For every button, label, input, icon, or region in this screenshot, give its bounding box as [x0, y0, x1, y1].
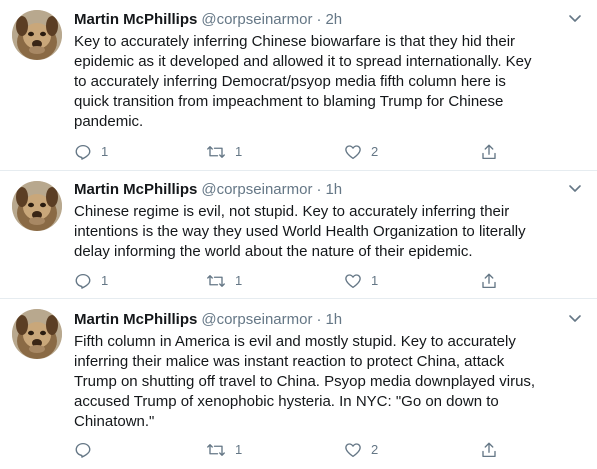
- tweet-timestamp[interactable]: 1h: [325, 311, 342, 328]
- reply-count: 1: [101, 273, 109, 288]
- tweet-text-line: Trump on shutting off travel to China. P…: [74, 373, 536, 390]
- retweet-icon: [207, 146, 225, 158]
- retweet-count: 1: [235, 273, 243, 288]
- tweet-text-line: Chinatown.": [74, 413, 155, 430]
- like-button[interactable]: 2: [344, 142, 378, 162]
- like-count: 2: [371, 144, 379, 159]
- retweet-icon: [207, 275, 225, 287]
- retweet-icon: [207, 444, 225, 456]
- share-button[interactable]: [480, 440, 498, 460]
- like-count: 1: [371, 273, 379, 288]
- tweet-text-line: to accurately inferring Democrat/psyop m…: [74, 73, 506, 90]
- reply-icon: [75, 144, 91, 160]
- avatar[interactable]: [12, 309, 62, 359]
- tweet-text: Key to accurately inferring Chinese biow…: [74, 32, 584, 132]
- heart-icon: [345, 443, 361, 458]
- share-button[interactable]: [480, 271, 498, 291]
- chevron-down-icon[interactable]: [567, 310, 583, 326]
- share-button[interactable]: [480, 142, 498, 162]
- reply-button[interactable]: 1: [74, 142, 108, 162]
- tweet-actions: 1 1 2: [74, 142, 574, 162]
- like-button[interactable]: 1: [344, 271, 378, 291]
- tweet-header: Martin McPhillips @corpseinarmor · 1h: [74, 310, 342, 330]
- avatar[interactable]: [12, 10, 62, 60]
- tweet-text-line: delay informing the world about the natu…: [74, 243, 473, 260]
- tweet-timestamp[interactable]: 1h: [325, 181, 342, 198]
- author-handle[interactable]: @corpseinarmor: [201, 181, 312, 198]
- tweet-actions: 1 2: [74, 440, 574, 460]
- retweet-count: 1: [235, 144, 243, 159]
- retweet-button[interactable]: 1: [206, 142, 242, 162]
- tweet-text: Fifth column in America is evil and most…: [74, 332, 584, 432]
- reply-button[interactable]: 1: [74, 271, 108, 291]
- tweet-text-line: pandemic.: [74, 113, 144, 130]
- share-icon: [482, 442, 496, 458]
- chevron-down-icon[interactable]: [567, 10, 583, 26]
- retweet-count: 1: [235, 442, 243, 457]
- tweet-text-line: Chinese regime is evil, not stupid. Key …: [74, 203, 510, 220]
- tweet-feed: Martin McPhillips @corpseinarmor · 2h Key t…: [0, 0, 597, 469]
- reply-icon: [75, 273, 91, 289]
- tweet-text-line: intentions is the way they used World He…: [74, 223, 526, 240]
- tweet[interactable]: Martin McPhillips @corpseinarmor · 1h Fifth…: [0, 299, 597, 469]
- like-button[interactable]: 2: [344, 440, 378, 460]
- reply-icon: [75, 442, 91, 458]
- tweet[interactable]: Martin McPhillips @corpseinarmor · 1h Chine…: [0, 171, 597, 296]
- retweet-button[interactable]: 1: [206, 440, 242, 460]
- separator-dot: ·: [316, 181, 322, 198]
- author-handle[interactable]: @corpseinarmor: [201, 311, 312, 328]
- tweet-actions: 1 1 1: [74, 271, 574, 291]
- tweet-text-line: inferring their malice was instant react…: [74, 353, 505, 370]
- tweet-text: Chinese regime is evil, not stupid. Key …: [74, 202, 584, 262]
- reply-button[interactable]: [74, 440, 101, 460]
- tweet[interactable]: Martin McPhillips @corpseinarmor · 2h Key t…: [0, 0, 597, 170]
- heart-icon: [345, 145, 361, 160]
- tweet-text-line: Fifth column in America is evil and most…: [74, 333, 516, 350]
- separator-dot: ·: [316, 11, 322, 28]
- tweet-text-line: quick transition from impeachment to bla…: [74, 93, 504, 110]
- tweet-header: Martin McPhillips @corpseinarmor · 2h: [74, 10, 342, 30]
- separator-dot: ·: [316, 311, 322, 328]
- author-handle[interactable]: @corpseinarmor: [201, 11, 312, 28]
- tweet-text-line: epidemic as it developed and allowed it …: [74, 53, 532, 70]
- like-count: 2: [371, 442, 379, 457]
- author-name[interactable]: Martin McPhillips: [74, 11, 197, 28]
- reply-count: 1: [101, 144, 109, 159]
- author-name[interactable]: Martin McPhillips: [74, 311, 197, 328]
- heart-icon: [345, 274, 361, 289]
- author-name[interactable]: Martin McPhillips: [74, 181, 197, 198]
- chevron-down-icon[interactable]: [567, 180, 583, 196]
- tweet-text-line: Key to accurately inferring Chinese biow…: [74, 33, 516, 50]
- share-icon: [482, 144, 496, 160]
- tweet-header: Martin McPhillips @corpseinarmor · 1h: [74, 180, 342, 200]
- tweet-timestamp[interactable]: 2h: [325, 11, 342, 28]
- retweet-button[interactable]: 1: [206, 271, 242, 291]
- share-icon: [482, 273, 496, 289]
- avatar[interactable]: [12, 181, 62, 231]
- tweet-text-line: accused Trump of xenophobic hysteria. In…: [74, 393, 499, 410]
